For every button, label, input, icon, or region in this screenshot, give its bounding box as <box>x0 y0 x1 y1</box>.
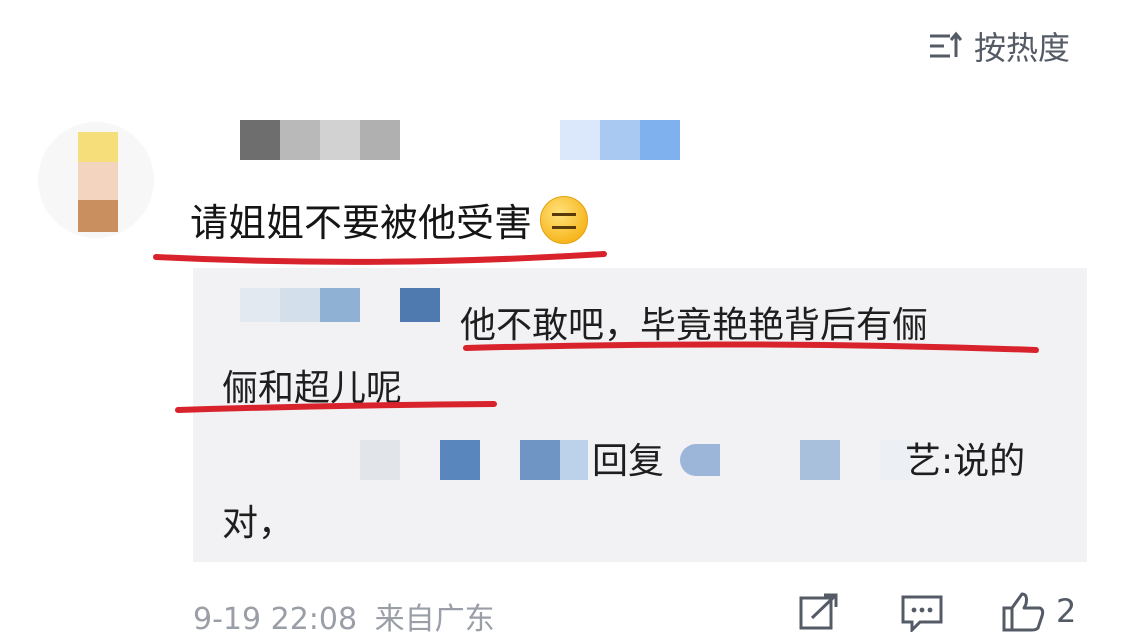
like-count: 2 <box>1056 592 1077 630</box>
sort-icon <box>928 31 962 61</box>
comment-meta: 9-19 22:08 来自广东 <box>193 594 495 638</box>
comment-icon <box>901 595 943 634</box>
timestamp: 9-19 22:08 <box>193 602 358 637</box>
comment-text: 请姐姐不要被他受害 <box>190 192 589 247</box>
subreply-prefix: 回复 <box>592 441 665 482</box>
reply-text-line2: 俪和超儿呢 <box>222 368 403 409</box>
subreply-line2: 对， <box>222 503 295 544</box>
comment-button[interactable] <box>900 594 944 636</box>
mentioned-user-redacted[interactable] <box>680 440 920 480</box>
share-button[interactable] <box>798 592 840 636</box>
subreply-suffix: 艺:说的 <box>905 441 1026 482</box>
comment-body: 请姐姐不要被他受害 <box>190 201 533 245</box>
subreply-author-redacted[interactable] <box>360 440 600 480</box>
like-icon <box>1002 592 1045 632</box>
like-button[interactable]: 2 <box>1000 590 1076 632</box>
expressionless-face-icon <box>540 195 589 244</box>
username-redacted[interactable] <box>240 120 400 160</box>
avatar[interactable] <box>38 122 154 238</box>
sort-by-hot-button[interactable]: 按热度 <box>928 26 1071 67</box>
reply-author-redacted[interactable] <box>240 288 440 322</box>
sort-label: 按热度 <box>974 29 1071 67</box>
location: 来自广东 <box>374 602 495 637</box>
reply-text-line1: 他不敢吧，毕竟艳艳背后有俪 <box>460 305 929 346</box>
user-badge-redacted <box>560 120 680 160</box>
share-icon <box>799 593 838 630</box>
